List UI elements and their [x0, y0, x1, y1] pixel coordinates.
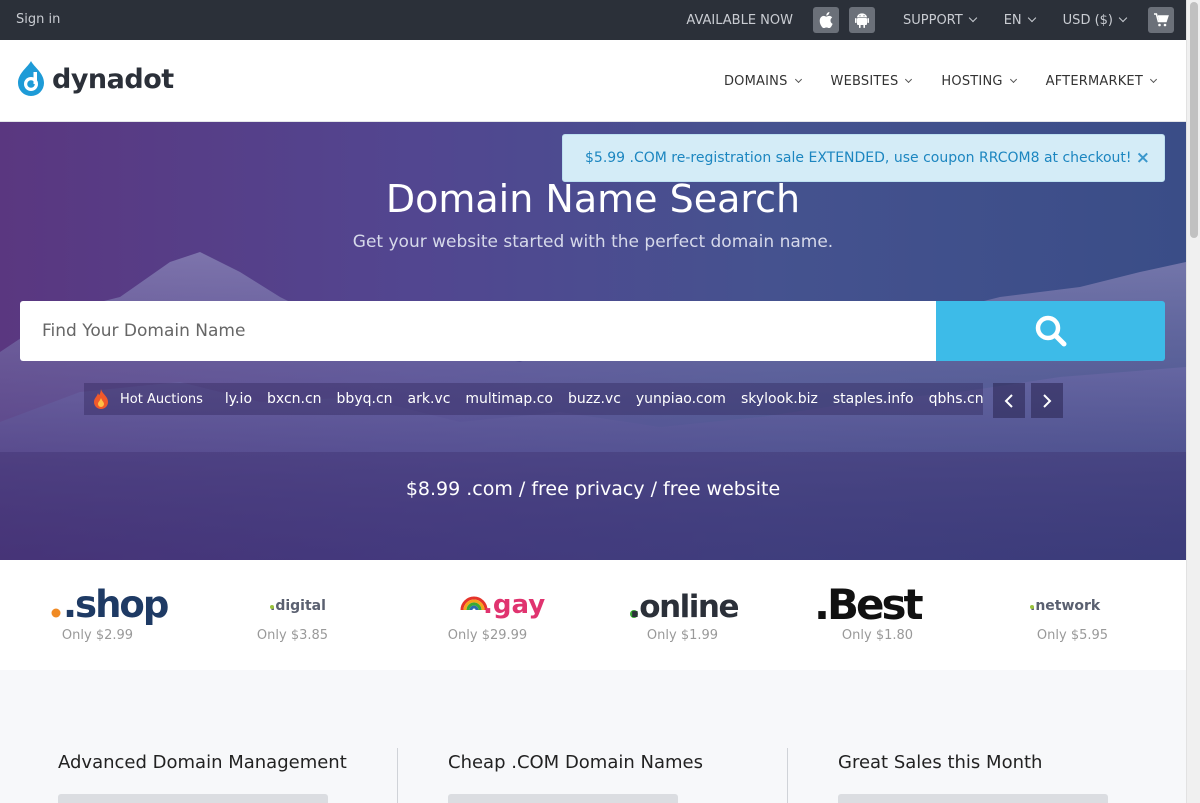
chevron-down-icon [1149, 75, 1158, 84]
nav-hosting[interactable]: HOSTING [941, 73, 1017, 89]
auction-link[interactable]: ly.io [225, 391, 252, 407]
search-icon [1035, 315, 1066, 347]
divider [787, 748, 788, 803]
tld-network-name: .network [1030, 598, 1101, 614]
tld-online[interactable]: .online Only $1.99 [585, 560, 780, 670]
nav-aftermarket[interactable]: AFTERMARKET [1045, 73, 1158, 89]
tld-online-logo: .online [629, 589, 740, 624]
auction-link[interactable]: staples.info [833, 391, 914, 407]
tld-price: Only $29.99 [447, 628, 528, 643]
tld-digital-name: .digital [270, 598, 326, 614]
auction-link[interactable]: skylook.biz [741, 391, 818, 407]
chevron-left-icon [1004, 393, 1013, 408]
auction-link[interactable]: buzz.vc [568, 391, 621, 407]
tld-gay-name: .gay [483, 590, 545, 620]
sign-in-link[interactable]: Sign in [16, 12, 60, 27]
feature-title: Advanced Domain Management [58, 752, 347, 773]
tld-best-logo: .Best [814, 580, 926, 626]
cart-button[interactable] [1148, 7, 1174, 33]
nav-websites[interactable]: WEBSITES [830, 73, 913, 89]
nav-hosting-label: HOSTING [941, 73, 1003, 89]
divider [397, 748, 398, 803]
dynadot-drop-logo-icon [18, 61, 44, 96]
tld-price: Only $5.95 [1036, 628, 1109, 643]
tld-pricing-strip: .shop Only $2.99 .digital Only $3.85 .ga… [0, 560, 1186, 670]
top-utility-bar: Sign in AVAILABLE NOW SUPPORT EN USD ($) [0, 0, 1186, 40]
dynadot-logo[interactable]: dynadot [16, 59, 174, 99]
chevron-down-icon [1027, 13, 1036, 23]
auction-link[interactable]: qbhs.cn [929, 391, 983, 407]
currency-menu[interactable]: USD ($) [1062, 12, 1128, 28]
tld-best[interactable]: .Best Only $1.80 [780, 560, 975, 670]
topbar-right-group: AVAILABLE NOW SUPPORT EN USD ($) [686, 0, 1174, 40]
tld-digital-logo: .digital [270, 598, 326, 614]
tld-shop-name: .shop [63, 583, 168, 626]
tld-network-logo: .network [1030, 598, 1101, 614]
auction-next-button[interactable] [1031, 383, 1063, 418]
page-title: Domain Name Search [385, 177, 801, 221]
chevron-down-icon [1118, 13, 1128, 23]
android-icon [855, 13, 869, 28]
chevron-down-icon [905, 75, 913, 84]
tld-gay-logo: .gay [460, 590, 545, 620]
chevron-right-icon [1043, 393, 1052, 408]
auction-link[interactable]: bxcn.cn [267, 391, 322, 407]
page-scrollbar[interactable] [1186, 0, 1200, 803]
language-label: EN [1003, 12, 1022, 28]
tld-best-name: .Best [814, 580, 923, 626]
domain-search-input[interactable] [20, 301, 936, 361]
fire-icon [92, 388, 110, 410]
nav-domains[interactable]: DOMAINS [723, 73, 802, 89]
feature-text-placeholder [58, 794, 328, 803]
tld-digital[interactable]: .digital Only $3.85 [195, 560, 390, 670]
hot-auctions-label: Hot Auctions [120, 391, 203, 407]
chevron-down-icon [1009, 75, 1017, 84]
close-icon[interactable]: × [1136, 148, 1150, 168]
auction-link[interactable]: bbyq.cn [337, 391, 393, 407]
cart-icon [1153, 13, 1169, 27]
tld-shop-logo: .shop [51, 583, 170, 626]
tld-network[interactable]: .network Only $5.95 [975, 560, 1170, 670]
tld-price: Only $1.99 [646, 628, 719, 643]
available-now-label: AVAILABLE NOW [686, 12, 793, 28]
support-label: SUPPORT [903, 12, 963, 28]
tld-price: Only $2.99 [61, 628, 134, 643]
auction-link[interactable]: ark.vc [408, 391, 451, 407]
nav-aftermarket-label: AFTERMARKET [1045, 73, 1143, 89]
language-menu[interactable]: EN [1003, 12, 1036, 28]
chevron-down-icon [794, 75, 802, 84]
feature-title: Cheap .COM Domain Names [448, 752, 703, 773]
apple-icon [819, 12, 833, 28]
hot-auctions-ticker: Hot Auctions ly.io bxcn.cn bbyq.cn ark.v… [84, 383, 983, 415]
promo-alert: $5.99 .COM re-registration sale EXTENDED… [562, 134, 1165, 182]
chevron-down-icon [968, 13, 977, 23]
tld-online-name: .online [629, 589, 738, 624]
feature-text-placeholder [448, 794, 678, 803]
tld-gay[interactable]: .gay Only $29.99 [390, 560, 585, 670]
support-menu[interactable]: SUPPORT [903, 12, 977, 28]
currency-label: USD ($) [1062, 12, 1113, 28]
features-section: Advanced Domain Management Cheap .COM Do… [0, 670, 1186, 803]
main-header: dynadot DOMAINS WEBSITES HOSTING AFTERMA… [0, 40, 1186, 122]
main-nav: DOMAINS WEBSITES HOSTING AFTERMARKET [694, 40, 1158, 122]
logo-text: dynadot [52, 63, 174, 95]
nav-domains-label: DOMAINS [723, 73, 788, 89]
search-button[interactable] [936, 301, 1165, 361]
feature-title: Great Sales this Month [838, 752, 1043, 773]
promo-alert-text: $5.99 .COM re-registration sale EXTENDED… [585, 150, 1132, 166]
auction-link[interactable]: yunpiao.com [636, 391, 726, 407]
tld-shop[interactable]: .shop Only $2.99 [0, 560, 195, 670]
auction-prev-button[interactable] [993, 383, 1025, 418]
apple-app-button[interactable] [813, 7, 839, 33]
tld-price: Only $3.85 [256, 628, 329, 643]
nav-websites-label: WEBSITES [830, 73, 899, 89]
page-subtitle: Get your website started with the perfec… [352, 232, 834, 252]
auction-link[interactable]: multimap.co [465, 391, 553, 407]
android-app-button[interactable] [849, 7, 875, 33]
hero-promo-text: $8.99 .com / free privacy / free website [405, 478, 781, 500]
hero-section: $5.99 .COM re-registration sale EXTENDED… [0, 122, 1186, 560]
feature-text-placeholder [838, 794, 1108, 803]
scrollbar-thumb[interactable] [1190, 2, 1198, 238]
tld-price: Only $1.80 [841, 628, 914, 643]
